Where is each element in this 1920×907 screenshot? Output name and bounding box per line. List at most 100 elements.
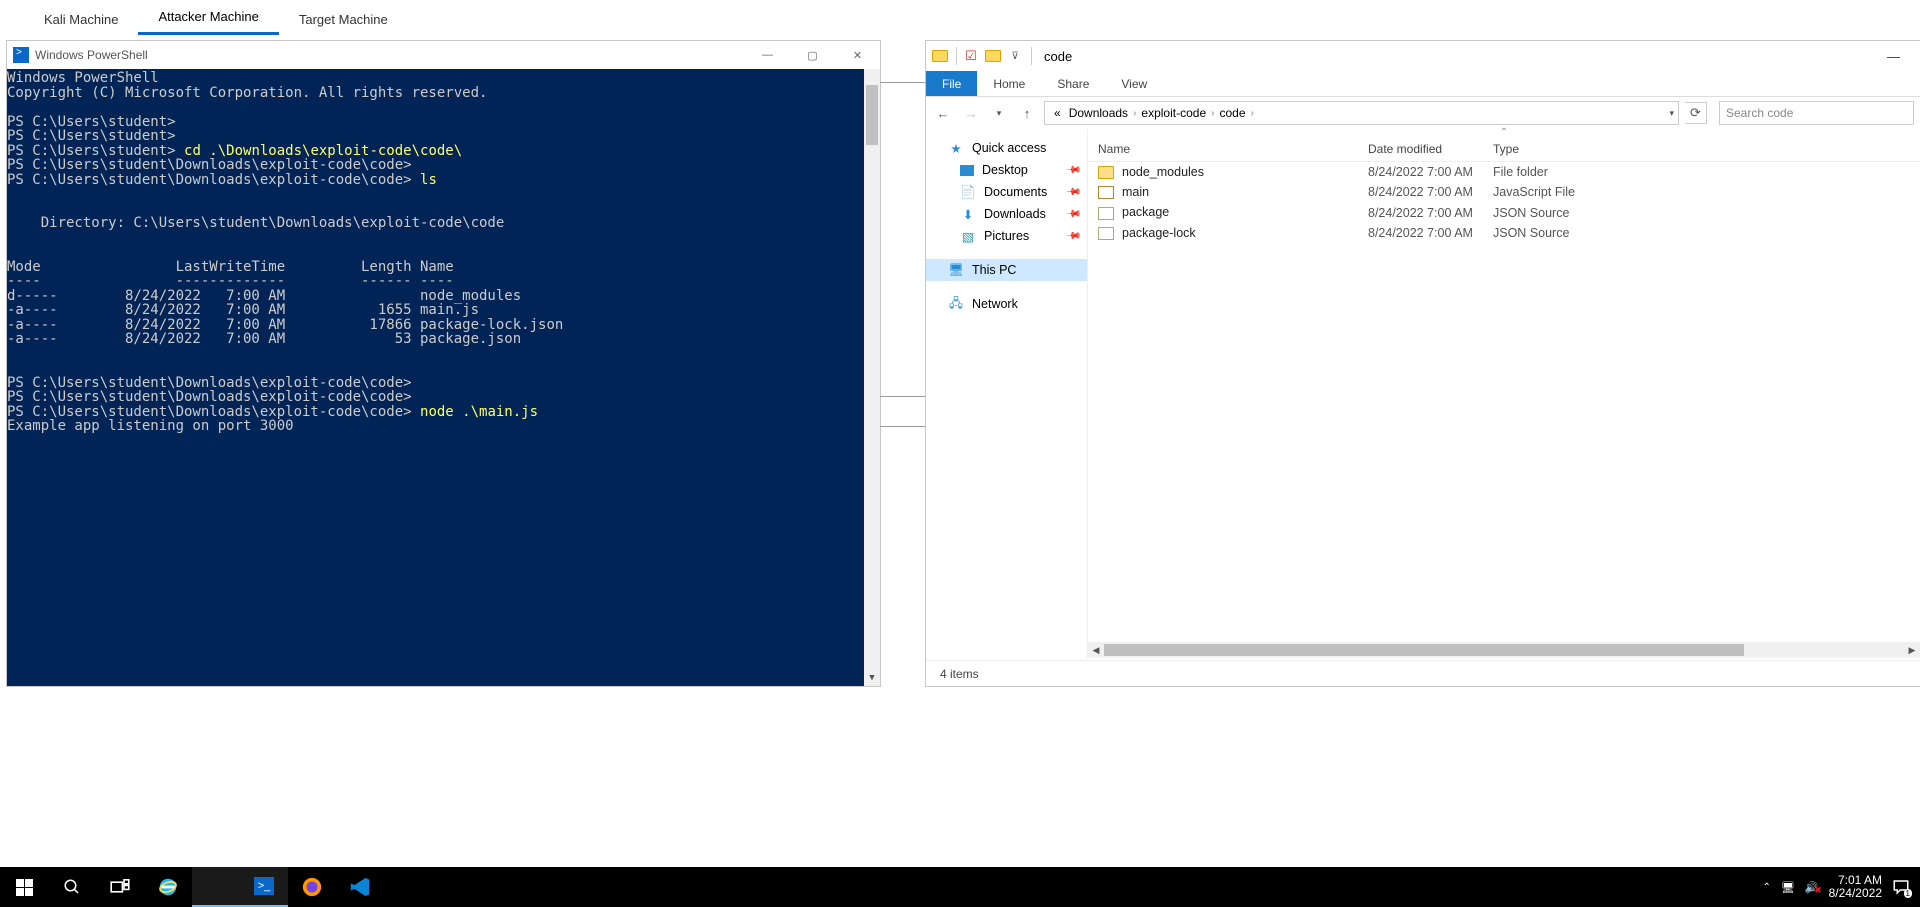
vm-tab-target[interactable]: Target Machine xyxy=(279,4,408,35)
nav-network[interactable]: 🖧 Network xyxy=(926,293,1087,315)
col-date[interactable]: Date modified xyxy=(1358,137,1483,162)
scroll-left-icon[interactable]: ◀ xyxy=(1088,645,1104,656)
close-button[interactable]: ✕ xyxy=(835,41,880,69)
table-row[interactable]: package8/24/2022 7:00 AMJSON Source xyxy=(1088,202,1920,222)
ribbon-tab-home[interactable]: Home xyxy=(977,71,1041,96)
divider xyxy=(880,396,926,397)
breadcrumb[interactable]: code xyxy=(1216,106,1248,120)
scroll-right-icon[interactable]: ▶ xyxy=(1904,645,1920,656)
search-input[interactable]: Search code xyxy=(1719,101,1914,125)
status-bar: 4 items xyxy=(926,660,1920,686)
divider xyxy=(880,426,926,427)
powershell-titlebar[interactable]: Windows PowerShell — ▢ ✕ xyxy=(7,41,880,69)
vm-tab-attacker[interactable]: Attacker Machine xyxy=(138,1,278,35)
taskbar: >_ ⌃ 🖥 🔊✖ 7:01 AM 8/24/2022 1 xyxy=(0,867,1920,907)
search-button[interactable] xyxy=(48,867,96,907)
table-row[interactable]: main8/24/2022 7:00 AMJavaScript File xyxy=(1088,182,1920,202)
ribbon-tab-file[interactable]: File xyxy=(926,71,977,96)
clock-date: 8/24/2022 xyxy=(1829,887,1882,900)
taskbar-powershell[interactable]: >_ xyxy=(240,867,288,907)
divider xyxy=(880,82,926,83)
scroll-down-icon[interactable]: ▼ xyxy=(864,670,880,686)
col-name[interactable]: Name xyxy=(1088,137,1358,162)
json-icon xyxy=(1098,227,1114,240)
maximize-button[interactable]: ▢ xyxy=(790,41,835,69)
pin-icon: 📌 xyxy=(1064,184,1081,201)
powershell-terminal[interactable]: Windows PowerShell Copyright (C) Microso… xyxy=(7,69,880,686)
nav-documents[interactable]: 📄 Documents 📌 xyxy=(926,181,1087,203)
task-view-icon xyxy=(110,879,130,895)
js-icon xyxy=(1098,186,1114,199)
system-tray[interactable]: ⌃ 🖥 🔊✖ 7:01 AM 8/24/2022 1 xyxy=(1753,874,1920,900)
up-button[interactable]: ↑ xyxy=(1016,102,1038,124)
network-icon[interactable]: 🖥 xyxy=(1781,881,1795,894)
chevron-right-icon[interactable]: › xyxy=(1211,108,1214,119)
nav-quick-access[interactable]: ★ Quick access xyxy=(926,137,1087,159)
status-text: 4 items xyxy=(940,667,979,681)
nav-label: Network xyxy=(972,297,1018,311)
scroll-thumb[interactable] xyxy=(866,85,878,145)
vm-tab-kali[interactable]: Kali Machine xyxy=(24,4,138,35)
nav-this-pc[interactable]: 🖥 This PC xyxy=(926,259,1087,281)
action-center-icon[interactable]: 1 xyxy=(1892,878,1910,896)
back-button[interactable]: ← xyxy=(932,102,954,124)
pin-icon: 📌 xyxy=(1064,162,1081,179)
minimize-button[interactable]: — xyxy=(1871,42,1916,70)
taskbar-vscode[interactable] xyxy=(336,867,384,907)
taskbar-ie[interactable] xyxy=(144,867,192,907)
forward-button[interactable]: → xyxy=(960,102,982,124)
refresh-button[interactable]: ⟳ xyxy=(1685,102,1707,124)
scroll-thumb[interactable] xyxy=(1104,644,1744,656)
h-scrollbar[interactable]: ◀ ▶ xyxy=(1088,642,1920,658)
start-button[interactable] xyxy=(0,867,48,907)
ie-icon xyxy=(157,876,179,898)
chevron-right-icon[interactable]: › xyxy=(1133,108,1136,119)
explorer-window: ☑ ⊽ code — File Home Share View ← → ▾ ↑ … xyxy=(925,40,1920,687)
scrollbar[interactable]: ▲ ▼ xyxy=(864,69,880,686)
pin-icon: 📌 xyxy=(1064,206,1081,223)
ribbon-tab-view[interactable]: View xyxy=(1105,71,1163,96)
tray-chevron-icon[interactable]: ⌃ xyxy=(1763,882,1771,893)
breadcrumb[interactable]: exploit-code xyxy=(1138,106,1209,120)
file-list[interactable]: ⌃ Name Date modified Type node_modules8/… xyxy=(1088,129,1920,658)
folder-icon xyxy=(983,46,1003,66)
pin-icon: 📌 xyxy=(1064,228,1081,245)
explorer-titlebar[interactable]: ☑ ⊽ code — xyxy=(926,41,1920,71)
ribbon-tab-share[interactable]: Share xyxy=(1041,71,1105,96)
powershell-icon xyxy=(13,47,29,63)
folder-icon xyxy=(930,46,950,66)
nav-pictures[interactable]: ▧ Pictures 📌 xyxy=(926,225,1087,247)
pictures-icon: ▧ xyxy=(960,229,976,243)
col-type[interactable]: Type xyxy=(1483,137,1920,162)
properties-icon[interactable]: ☑ xyxy=(961,46,981,66)
breadcrumb[interactable]: Downloads xyxy=(1066,106,1131,120)
folder-icon xyxy=(206,879,226,894)
task-view-button[interactable] xyxy=(96,867,144,907)
address-bar-row: ← → ▾ ↑ « Downloads › exploit-code › cod… xyxy=(926,97,1920,129)
pc-icon: 🖥 xyxy=(948,263,964,277)
nav-desktop[interactable]: Desktop 📌 xyxy=(926,159,1087,181)
volume-icon[interactable]: 🔊✖ xyxy=(1805,881,1819,894)
clock[interactable]: 7:01 AM 8/24/2022 xyxy=(1829,874,1882,900)
network-icon: 🖧 xyxy=(948,297,964,311)
breadcrumb-prefix[interactable]: « xyxy=(1051,106,1064,120)
recent-dropdown-icon[interactable]: ▾ xyxy=(988,102,1010,124)
folder-icon xyxy=(1098,166,1114,179)
qat-dropdown-icon[interactable]: ⊽ xyxy=(1005,46,1025,66)
address-bar[interactable]: « Downloads › exploit-code › code › ▾ xyxy=(1044,101,1679,125)
chevron-right-icon[interactable]: › xyxy=(1251,108,1254,119)
nav-downloads[interactable]: ⬇ Downloads 📌 xyxy=(926,203,1087,225)
taskbar-explorer[interactable] xyxy=(192,867,240,907)
nav-label: Quick access xyxy=(972,141,1046,155)
nav-label: Downloads xyxy=(984,207,1046,221)
windows-icon xyxy=(16,879,33,896)
minimize-button[interactable]: — xyxy=(745,41,790,69)
table-row[interactable]: package-lock8/24/2022 7:00 AMJSON Source xyxy=(1088,223,1920,243)
desktop: Windows PowerShell — ▢ ✕ Windows PowerSh… xyxy=(0,36,1920,867)
vscode-icon xyxy=(349,876,371,898)
ps-text: PS C:\Users\student\Downloads\exploit-co… xyxy=(7,157,420,188)
vm-tab-strip: Kali Machine Attacker Machine Target Mac… xyxy=(0,0,1920,36)
table-row[interactable]: node_modules8/24/2022 7:00 AMFile folder xyxy=(1088,162,1920,183)
address-dropdown-icon[interactable]: ▾ xyxy=(1669,108,1674,119)
taskbar-firefox[interactable] xyxy=(288,867,336,907)
